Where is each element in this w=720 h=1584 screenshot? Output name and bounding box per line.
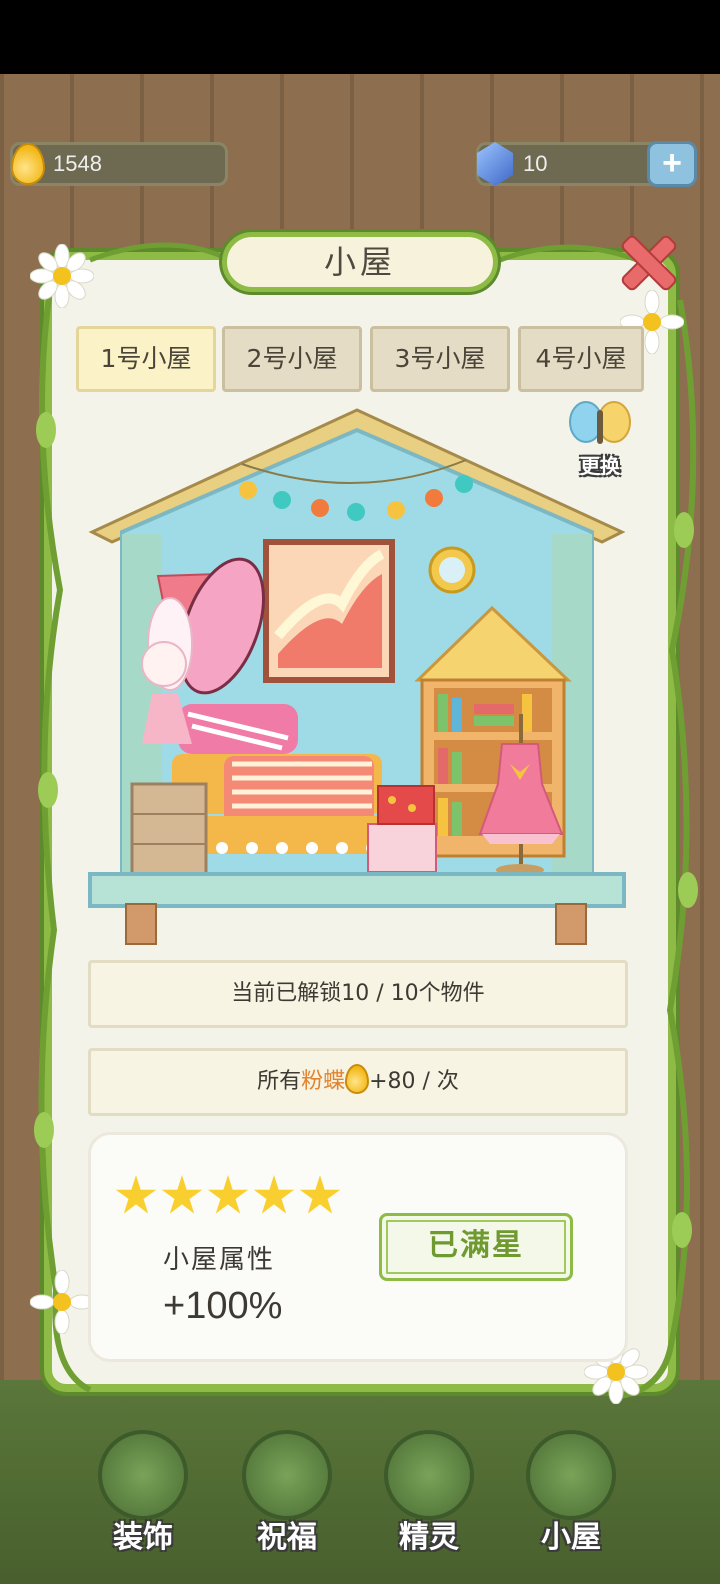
attribute-value: +100% (163, 1285, 283, 1327)
drop-count: 1548 (53, 151, 102, 176)
plus-icon: + (662, 144, 682, 182)
butterfly-icon (242, 1430, 332, 1520)
game-screen: 1548 10 + 装饰 祝福 精灵 小屋 小屋 1号小屋 2号小屋 3号小屋 … (0, 0, 720, 1584)
attribute-label: 小屋属性 (163, 1245, 276, 1275)
cabin-illustration (88, 408, 626, 945)
gem-icon (477, 142, 513, 186)
nav-label: 精灵 (399, 1520, 459, 1555)
star-icon (161, 1175, 203, 1214)
nav-label: 祝福 (257, 1520, 317, 1555)
gem-count: 10 (523, 151, 548, 176)
gem-currency-bar: 10 + (476, 141, 697, 187)
nav-label: 装饰 (113, 1520, 173, 1555)
nav-fairy[interactable]: 精灵 (374, 1430, 484, 1570)
nav-cabin[interactable]: 小屋 (516, 1430, 626, 1570)
flower-icon (30, 1270, 94, 1334)
tab-cabin-1[interactable]: 1号小屋 (76, 326, 216, 392)
nav-label: 小屋 (541, 1520, 601, 1555)
unlocked-items-text: 当前已解锁10 / 10个物件 (88, 960, 628, 1028)
fairy-icon (384, 1430, 474, 1520)
attribute-panel: 小屋属性 +100% 已满星 (88, 1132, 628, 1362)
bonus-highlight: 粉蝶 (301, 1069, 346, 1094)
bonus-suffix: +80 / 次 (369, 1069, 459, 1094)
status-bar-area (0, 0, 720, 74)
tab-cabin-4[interactable]: 4号小屋 (518, 326, 644, 392)
house-icon (526, 1430, 616, 1520)
flower-icon (30, 244, 94, 308)
star-icon (207, 1175, 249, 1214)
star-icon (115, 1175, 157, 1214)
nav-blessing[interactable]: 祝福 (232, 1430, 342, 1570)
tab-cabin-2[interactable]: 2号小屋 (222, 326, 362, 392)
bonus-text: 所有粉蝶 +80 / 次 (88, 1048, 628, 1116)
bonus-prefix: 所有 (257, 1069, 302, 1094)
star-rating (115, 1175, 341, 1219)
modal-title: 小屋 (222, 232, 498, 292)
drop-icon (345, 1064, 370, 1094)
max-star-button[interactable]: 已满星 (379, 1213, 573, 1281)
drop-currency-bar: 1548 (10, 142, 228, 186)
nav-decorate[interactable]: 装饰 (88, 1430, 198, 1570)
plant-icon (98, 1430, 188, 1520)
tab-cabin-3[interactable]: 3号小屋 (370, 326, 510, 392)
star-icon (299, 1175, 341, 1214)
add-gems-button[interactable]: + (647, 141, 697, 187)
close-icon[interactable] (618, 232, 674, 288)
drop-icon (11, 143, 45, 185)
star-icon (253, 1175, 295, 1214)
